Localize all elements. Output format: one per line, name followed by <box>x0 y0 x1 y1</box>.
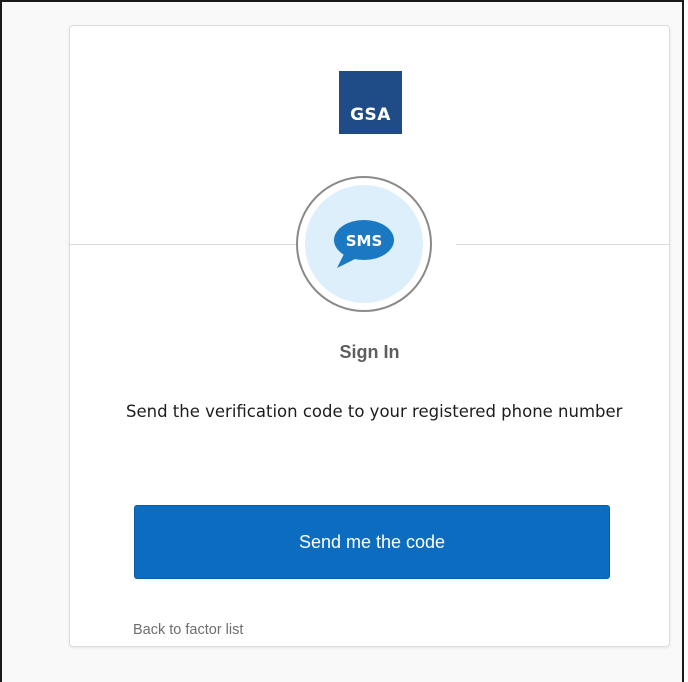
sms-icon-label: SMS <box>346 232 383 250</box>
send-code-button[interactable]: Send me the code <box>134 505 610 579</box>
gsa-logo: GSA <box>339 71 402 134</box>
gsa-logo-text: GSA <box>350 105 391 125</box>
sign-in-card: GSA SMS Sign In Send the verification co… <box>69 25 670 647</box>
page-title: Sign In <box>339 342 400 362</box>
back-to-factor-list-link[interactable]: Back to factor list <box>133 622 243 638</box>
beacon-divider-right <box>456 244 670 245</box>
factor-beacon: SMS <box>296 176 432 312</box>
instruction-text: Send the verification code to your regis… <box>126 402 623 421</box>
sms-icon: SMS <box>334 220 394 268</box>
beacon-divider-left <box>70 244 296 245</box>
factor-beacon-inner: SMS <box>305 185 423 303</box>
page-background: GSA SMS Sign In Send the verification co… <box>2 2 682 682</box>
